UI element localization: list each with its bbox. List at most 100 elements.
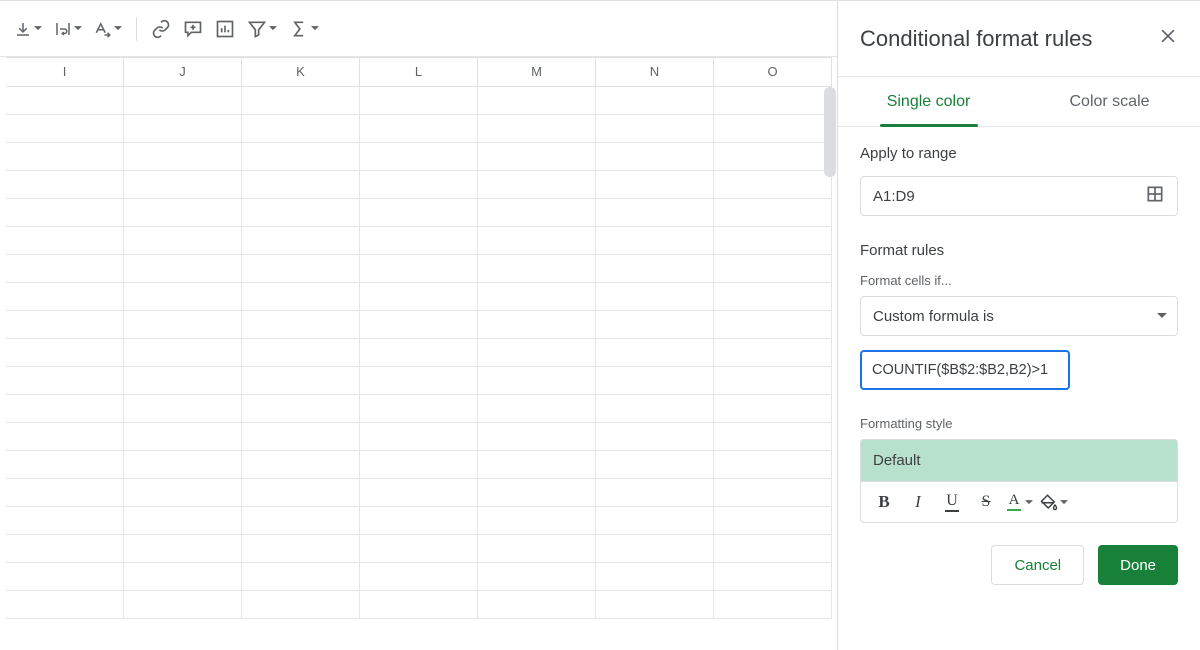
style-preview[interactable]: Default: [860, 439, 1178, 481]
tab-color-scale[interactable]: Color scale: [1019, 77, 1200, 126]
cell[interactable]: [596, 339, 714, 367]
cell[interactable]: [596, 199, 714, 227]
cell[interactable]: [596, 255, 714, 283]
cell[interactable]: [714, 227, 832, 255]
cell[interactable]: [596, 143, 714, 171]
cell[interactable]: [714, 507, 832, 535]
functions-icon[interactable]: [283, 11, 325, 47]
range-input[interactable]: A1:D9: [860, 176, 1178, 216]
cell[interactable]: [242, 199, 360, 227]
cell[interactable]: [596, 507, 714, 535]
cell[interactable]: [6, 227, 124, 255]
cell[interactable]: [596, 283, 714, 311]
column-header[interactable]: J: [124, 57, 242, 87]
cell[interactable]: [124, 227, 242, 255]
cell[interactable]: [596, 423, 714, 451]
formula-input[interactable]: COUNTIF($B$2:$B2,B2)>1: [860, 350, 1070, 390]
cell[interactable]: [6, 507, 124, 535]
cell[interactable]: [478, 507, 596, 535]
cell[interactable]: [242, 339, 360, 367]
column-header[interactable]: L: [360, 57, 478, 87]
column-header[interactable]: N: [596, 57, 714, 87]
cell[interactable]: [714, 115, 832, 143]
cell[interactable]: [360, 87, 478, 115]
cell[interactable]: [124, 591, 242, 619]
cell[interactable]: [6, 591, 124, 619]
cell[interactable]: [478, 143, 596, 171]
text-color-button[interactable]: A: [1005, 487, 1035, 517]
cell[interactable]: [6, 199, 124, 227]
insert-chart-icon[interactable]: [209, 11, 241, 47]
cell[interactable]: [360, 311, 478, 339]
cell[interactable]: [124, 171, 242, 199]
cell[interactable]: [6, 451, 124, 479]
cell[interactable]: [478, 171, 596, 199]
column-header[interactable]: K: [242, 57, 360, 87]
cell[interactable]: [596, 563, 714, 591]
cell[interactable]: [714, 171, 832, 199]
tab-single-color[interactable]: Single color: [838, 77, 1019, 126]
cell[interactable]: [360, 395, 478, 423]
cell[interactable]: [6, 311, 124, 339]
cell[interactable]: [6, 143, 124, 171]
cell[interactable]: [596, 395, 714, 423]
cell[interactable]: [124, 395, 242, 423]
cell[interactable]: [478, 423, 596, 451]
filter-icon[interactable]: [241, 11, 283, 47]
cell[interactable]: [596, 479, 714, 507]
cell[interactable]: [478, 479, 596, 507]
insert-link-icon[interactable]: [145, 11, 177, 47]
cell[interactable]: [714, 591, 832, 619]
cell[interactable]: [6, 563, 124, 591]
cell[interactable]: [6, 479, 124, 507]
cell[interactable]: [596, 367, 714, 395]
cell[interactable]: [478, 87, 596, 115]
select-range-icon[interactable]: [1141, 180, 1169, 213]
cell[interactable]: [478, 563, 596, 591]
cell[interactable]: [124, 563, 242, 591]
bold-button[interactable]: B: [869, 487, 899, 517]
cell[interactable]: [596, 115, 714, 143]
cell[interactable]: [242, 367, 360, 395]
cell[interactable]: [124, 451, 242, 479]
cell[interactable]: [360, 507, 478, 535]
cell[interactable]: [6, 395, 124, 423]
cell[interactable]: [478, 255, 596, 283]
fill-color-button[interactable]: [1039, 487, 1069, 517]
cell[interactable]: [124, 255, 242, 283]
cell[interactable]: [242, 535, 360, 563]
cell[interactable]: [596, 227, 714, 255]
cell[interactable]: [6, 423, 124, 451]
cell[interactable]: [714, 535, 832, 563]
column-header[interactable]: M: [478, 57, 596, 87]
close-icon[interactable]: [1158, 26, 1178, 51]
cell[interactable]: [478, 115, 596, 143]
cell[interactable]: [360, 115, 478, 143]
cell[interactable]: [478, 367, 596, 395]
italic-button[interactable]: I: [903, 487, 933, 517]
cell[interactable]: [124, 423, 242, 451]
condition-select[interactable]: Custom formula is: [860, 296, 1178, 336]
spreadsheet[interactable]: IJKLMNO: [0, 57, 836, 650]
cell[interactable]: [124, 143, 242, 171]
cell[interactable]: [242, 115, 360, 143]
cell[interactable]: [124, 199, 242, 227]
strikethrough-button[interactable]: S: [971, 487, 1001, 517]
cell[interactable]: [478, 283, 596, 311]
insert-comment-icon[interactable]: [177, 11, 209, 47]
cell[interactable]: [360, 255, 478, 283]
cell[interactable]: [714, 255, 832, 283]
cell[interactable]: [6, 171, 124, 199]
cell[interactable]: [714, 143, 832, 171]
cell[interactable]: [360, 563, 478, 591]
cell[interactable]: [124, 479, 242, 507]
cell[interactable]: [242, 479, 360, 507]
cell[interactable]: [242, 227, 360, 255]
cell[interactable]: [242, 395, 360, 423]
cell[interactable]: [478, 591, 596, 619]
cell[interactable]: [478, 395, 596, 423]
vertical-align-icon[interactable]: [8, 11, 48, 47]
cell[interactable]: [360, 143, 478, 171]
cancel-button[interactable]: Cancel: [991, 545, 1084, 585]
cell[interactable]: [242, 507, 360, 535]
